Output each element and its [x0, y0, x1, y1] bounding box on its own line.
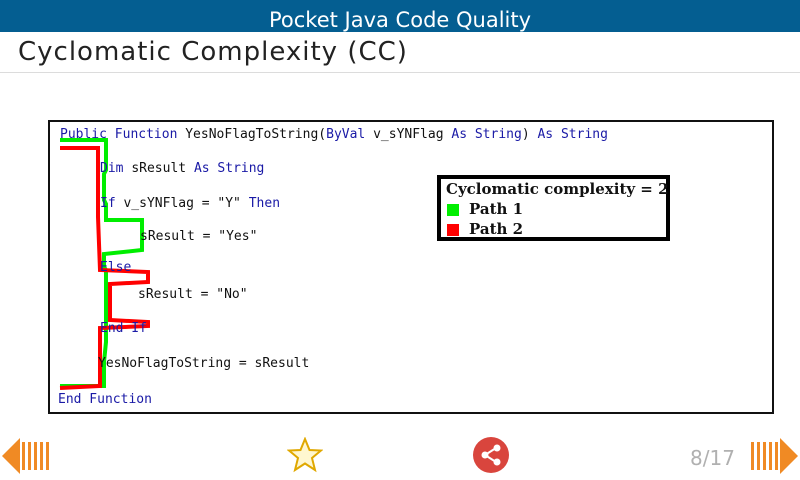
app-bar: Pocket Java Code Quality [0, 0, 800, 32]
code-diagram: Public Function YesNoFlagToString(ByVal … [48, 120, 774, 414]
star-icon [286, 436, 324, 473]
code-line-3: If v_sYNFlag = "Y" Then [100, 196, 281, 211]
legend-label-path2: Path 2 [469, 220, 524, 238]
arrow-right-icon [751, 438, 798, 474]
favorite-button[interactable] [286, 436, 324, 473]
code-line-6: sResult = "No" [138, 287, 248, 302]
path2-swatch [447, 224, 459, 236]
code-line-5: Else [100, 260, 132, 275]
share-button[interactable] [473, 437, 509, 473]
legend-item-path1: Path 1 [447, 200, 523, 218]
legend-item-path2: Path 2 [447, 220, 523, 238]
code-line-4: sResult = "Yes" [140, 229, 258, 244]
next-page-button[interactable] [750, 436, 798, 476]
page-title: Cyclomatic Complexity (CC) [18, 37, 408, 67]
page-title-row: Cyclomatic Complexity (CC) [0, 32, 800, 73]
previous-page-button[interactable] [2, 436, 50, 476]
code-line-8: YesNoFlagToString = sResult [98, 356, 310, 371]
legend: Cyclomatic complexity = 2 Path 1 Path 2 [437, 175, 670, 241]
code-line-2: Dim sResult As String [100, 161, 265, 176]
legend-title: Cyclomatic complexity = 2 [446, 180, 669, 198]
legend-label-path1: Path 1 [469, 200, 524, 218]
code-line-1: Public Function YesNoFlagToString(ByVal … [60, 127, 608, 142]
arrow-left-icon [2, 438, 49, 474]
share-icon [481, 444, 501, 466]
code-line-7: End If [100, 321, 147, 336]
code-line-9: End Function [58, 392, 152, 407]
page-indicator: 8/17 [690, 446, 735, 470]
path1-swatch [447, 204, 459, 216]
